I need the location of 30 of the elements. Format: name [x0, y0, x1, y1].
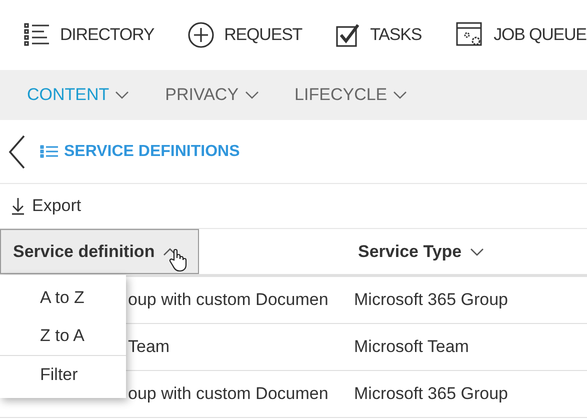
- table-cell: Team: [128, 337, 170, 356]
- chevron-down-icon: [470, 248, 484, 256]
- column-header[interactable]: Service Type: [346, 229, 587, 274]
- hand-cursor-icon: [169, 248, 187, 272]
- column-header[interactable]: Service definition: [0, 229, 199, 274]
- chevron-down-icon: [115, 91, 130, 99]
- nav-link[interactable]: JOB QUEUE: [456, 22, 586, 48]
- menu-item[interactable]: Z to A: [0, 317, 126, 355]
- page-title: SERVICE DEFINITIONS: [64, 142, 240, 160]
- nav-link[interactable]: DIRECTORY: [24, 23, 154, 47]
- menu-item[interactable]: A to Z: [0, 279, 126, 317]
- table-cell: Microsoft Team: [354, 337, 469, 356]
- menu-item[interactable]: Filter: [0, 355, 126, 394]
- chevron-down-icon: [244, 91, 259, 99]
- chevron-down-icon: [393, 91, 408, 99]
- nav-link[interactable]: REQUEST: [188, 22, 302, 48]
- list-icon: [24, 23, 50, 47]
- table-cell: Microsoft 365 Group: [354, 384, 508, 403]
- table-cell: oup with custom Documen: [128, 290, 328, 309]
- nav-link[interactable]: TASKS: [336, 23, 422, 47]
- download-icon: [12, 197, 24, 215]
- export-button[interactable]: Export: [12, 196, 82, 216]
- nav-tab[interactable]: PRIVACY: [165, 85, 259, 105]
- window-gear-icon: [456, 22, 484, 48]
- plus-circle-icon: [188, 22, 214, 48]
- checkbox-icon: [336, 23, 360, 47]
- nav-tab[interactable]: LIFECYCLE: [294, 85, 408, 105]
- table-cell: Microsoft 365 Group: [354, 290, 508, 309]
- table-cell: oup with custom Documen: [128, 384, 328, 403]
- list-icon: [40, 145, 58, 158]
